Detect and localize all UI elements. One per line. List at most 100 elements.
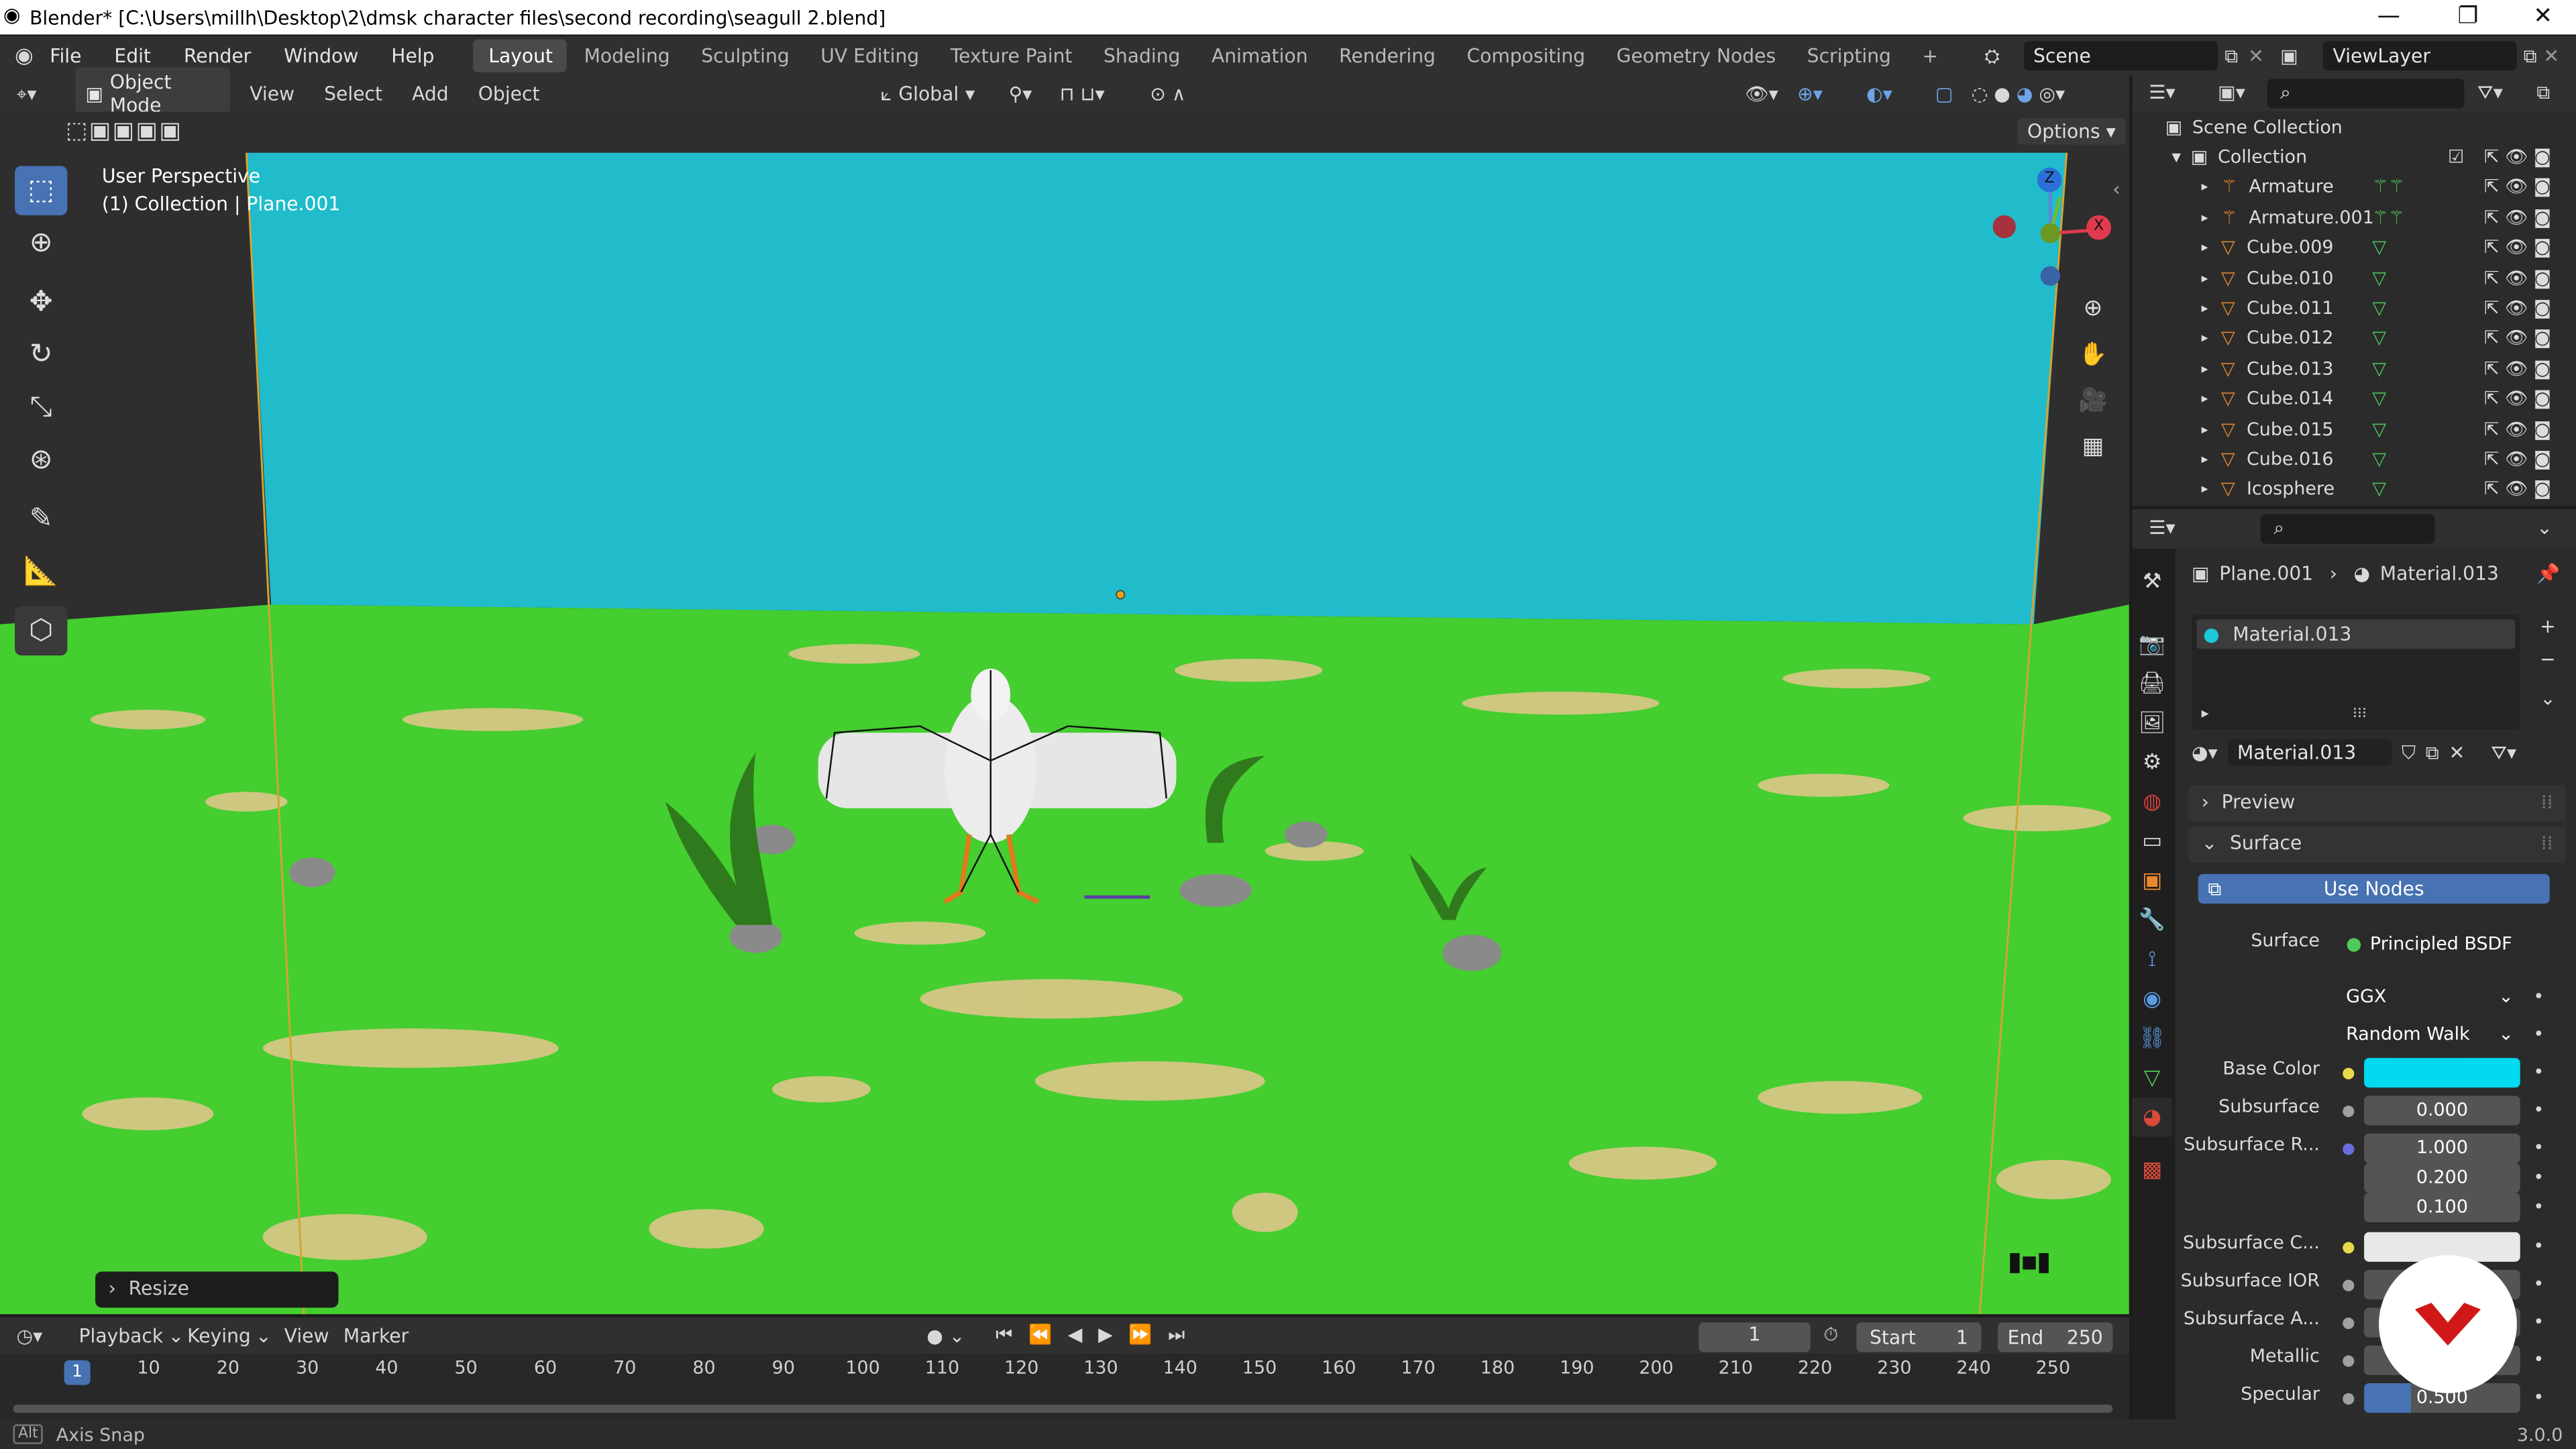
view-layer-tab-icon[interactable]: 🖼 xyxy=(2133,703,2172,743)
expand-arrow-icon[interactable]: ▸ xyxy=(2202,301,2208,315)
scene-collection-row[interactable]: ▣ Scene Collection xyxy=(2133,112,2576,142)
outliner-item[interactable]: ▸ ▽ Cube.016 ▽ ⇱ 👁 ◙ xyxy=(2133,444,2576,474)
sidebar-toggle-icon[interactable]: ‹ xyxy=(2112,177,2120,200)
tab-sculpting[interactable]: Sculpting xyxy=(686,40,804,72)
outliner-item[interactable]: ▸ ▽ Cube.009 ▽ ⇱ 👁 ◙ xyxy=(2133,233,2576,263)
playback-controls[interactable]: ⏮ ⏪ ◀ ▶ ⏩ ⏭ xyxy=(996,1322,1190,1347)
output-tab-icon[interactable]: 🖨 xyxy=(2133,663,2172,703)
mesh-data-icon[interactable]: ▽ xyxy=(2372,418,2386,439)
material-browse-icon[interactable]: ◕▾ xyxy=(2192,741,2218,763)
mesh-data-icon[interactable]: ▽ xyxy=(2372,449,2386,470)
collection-row[interactable]: ▾ ▣ Collection ☑ ⇱ 👁 ◙ xyxy=(2133,142,2576,172)
navigation-gizmo[interactable]: Z X xyxy=(1981,164,2112,296)
value-field[interactable]: 0.000 xyxy=(2364,1095,2520,1126)
visibility-icons[interactable]: ⇱ 👁 ◙ xyxy=(2484,418,2551,439)
expand-arrow-icon[interactable]: ▸ xyxy=(2202,240,2208,255)
tab-shading[interactable]: Shading xyxy=(1089,40,1195,72)
tab-compositing[interactable]: Compositing xyxy=(1452,40,1600,72)
resize-handle[interactable]: ⁝⁝⁝ xyxy=(2353,706,2367,722)
outliner-item[interactable]: ▸ ▽ Icosphere ▽ ⇱ 👁 ◙ xyxy=(2133,474,2576,504)
pivot-point-icon[interactable]: ⚲▾ xyxy=(1009,82,1032,105)
timeline-scrollbar[interactable] xyxy=(13,1404,2113,1413)
playhead[interactable]: 1 xyxy=(64,1360,91,1385)
new-scene-icon[interactable]: ⧉ xyxy=(2224,44,2238,68)
mesh-data-icon[interactable]: ▽ xyxy=(2372,297,2386,319)
material-name-field[interactable]: Material.013 xyxy=(2227,739,2392,766)
keying-menu[interactable]: Keying ⌄ xyxy=(187,1324,272,1347)
filter-icon[interactable]: ⛛▾ xyxy=(2477,80,2503,105)
camera-view-icon[interactable]: 🎥 xyxy=(2074,381,2113,421)
display-mode-icon[interactable]: ▣▾ xyxy=(2218,80,2245,103)
drag-handle-icon[interactable]: ⁞⁞ xyxy=(2541,831,2553,854)
maximize-icon[interactable]: ❐ xyxy=(2458,3,2479,30)
transform-tool[interactable]: ⊛ xyxy=(15,435,67,484)
unlink-material-icon[interactable]: ✕ xyxy=(2449,741,2465,763)
expand-arrow-icon[interactable]: ▸ xyxy=(2202,361,2208,376)
transform-orientation-dropdown[interactable]: ⟀ Global ▾ xyxy=(881,81,975,106)
exclude-checkbox[interactable]: ☑ xyxy=(2448,146,2464,168)
remove-slot-icon[interactable]: − xyxy=(2540,647,2556,670)
properties-editor-icon[interactable]: ☰▾ xyxy=(2149,516,2175,539)
visibility-icons[interactable]: ⇱ 👁 ◙ xyxy=(2484,388,2551,409)
menu-file[interactable]: File xyxy=(50,44,81,67)
viewport-3d[interactable]: ⬚ ⊕ ✥ ↻ ⤡ ⊛ ✎ 📐 ⬡ ⬚▣▣▣▣ User Perspective… xyxy=(0,111,2129,1315)
mesh-data-icon[interactable]: ▽ xyxy=(2372,479,2386,500)
tab-layout[interactable]: Layout xyxy=(474,39,568,72)
expand-arrow-icon[interactable]: ▸ xyxy=(2202,482,2208,496)
options-dropdown[interactable]: Options ▾ xyxy=(2017,118,2126,145)
tab-animation[interactable]: Animation xyxy=(1197,40,1323,72)
playback-menu[interactable]: Playback ⌄ xyxy=(79,1324,184,1347)
fake-user-icon[interactable]: ⛉ xyxy=(2402,740,2416,765)
measure-tool[interactable]: 📐 xyxy=(15,547,67,596)
outliner-item[interactable]: ▸ ▽ Cube.015 ▽ ⇱ 👁 ◙ xyxy=(2133,414,2576,444)
slot-specials-icon[interactable]: ⌄ xyxy=(2540,687,2556,710)
visibility-icons[interactable]: ⇱ 👁 ◙ xyxy=(2484,297,2551,319)
collection-tab-icon[interactable]: ▭ xyxy=(2133,821,2172,861)
expand-arrow-icon[interactable]: ▸ xyxy=(2202,210,2208,225)
scene-name[interactable]: Scene xyxy=(2023,41,2218,71)
operator-panel[interactable]: › Resize xyxy=(95,1271,339,1308)
visibility-icon[interactable]: 👁▾ xyxy=(1745,82,1778,105)
use-nodes-button[interactable]: ⧉ Use Nodes xyxy=(2198,873,2550,904)
material-slot-list[interactable]: ● Material.013 ▸ ⁝⁝⁝ xyxy=(2191,614,2520,730)
close-window-icon[interactable]: ✕ xyxy=(2533,3,2553,30)
outliner-editor-icon[interactable]: ☰▾ xyxy=(2149,80,2175,103)
properties-search[interactable]: ⌕ xyxy=(2260,514,2435,544)
expand-arrow-icon[interactable]: ▸ xyxy=(2202,391,2208,406)
add-cube-tool[interactable]: ⬡ xyxy=(15,606,68,656)
add-workspace-icon[interactable]: + xyxy=(1907,40,1953,72)
material-slot-item[interactable]: ● Material.013 xyxy=(2196,619,2516,649)
tool-tab-icon[interactable]: ⚒ xyxy=(2133,562,2172,602)
outliner-item[interactable]: ▸ ▽ Cube.013 ▽ ⇱ 👁 ◙ xyxy=(2133,354,2576,384)
pose-data-icon[interactable]: ⚚⚚ xyxy=(2372,207,2404,228)
scene-selector[interactable]: ⛭ Scene ⧉ ✕ xyxy=(1984,40,2264,72)
visibility-icons[interactable]: ⇱ 👁 ◙ xyxy=(2484,237,2551,258)
proportional-edit-icon[interactable]: ⊙ ∧ xyxy=(1150,82,1185,105)
overlay-toggle-icon[interactable]: ◐▾ xyxy=(1866,82,1892,105)
menu-render[interactable]: Render xyxy=(184,44,251,67)
expand-arrow-icon[interactable]: ▸ xyxy=(2202,270,2208,285)
visibility-icons[interactable]: ⇱ 👁 ◙ xyxy=(2484,267,2551,288)
outliner-item[interactable]: ▸ ▽ Cube.011 ▽ ⇱ 👁 ◙ xyxy=(2133,293,2576,323)
perspective-toggle-icon[interactable]: ▦ xyxy=(2074,427,2113,467)
value-field[interactable]: 0.100 xyxy=(2364,1192,2520,1223)
cursor-tool[interactable]: ⊕ xyxy=(15,219,67,268)
duplicate-material-icon[interactable]: ⧉ xyxy=(2426,740,2439,765)
distribution-dropdown[interactable]: GGX ⌄ xyxy=(2336,982,2520,1012)
value-field[interactable]: 1.000 xyxy=(2364,1133,2520,1163)
visibility-icons[interactable]: ⇱ 👁 ◙ xyxy=(2484,358,2551,379)
select-mode-icons[interactable]: ⬚▣▣▣▣ xyxy=(66,118,182,144)
visibility-icons[interactable]: ⇱ 👁 ◙ xyxy=(2484,479,2551,500)
expand-arrow-icon[interactable]: ▸ xyxy=(2202,331,2208,345)
select-box-tool[interactable]: ⬚ xyxy=(15,166,68,215)
shading-modes-icon[interactable]: ◌ ● ◕ ◎▾ xyxy=(1972,82,2065,105)
outliner-item[interactable]: ▸ ▽ Cube.012 ▽ ⇱ 👁 ◙ xyxy=(2133,323,2576,354)
tab-uv-editing[interactable]: UV Editing xyxy=(806,40,934,72)
tab-scripting[interactable]: Scripting xyxy=(1792,40,1906,72)
snap-icon[interactable]: ⊓ ⊔▾ xyxy=(1060,82,1105,105)
visibility-icons[interactable]: ⇱ 👁 ◙ xyxy=(2484,207,2551,228)
start-frame-field[interactable]: Start 1 xyxy=(1856,1322,1982,1352)
tab-texture-paint[interactable]: Texture Paint xyxy=(936,40,1087,72)
timeline-menu-marker[interactable]: Marker xyxy=(343,1324,409,1347)
world-tab-icon[interactable]: ◍ xyxy=(2133,782,2172,822)
